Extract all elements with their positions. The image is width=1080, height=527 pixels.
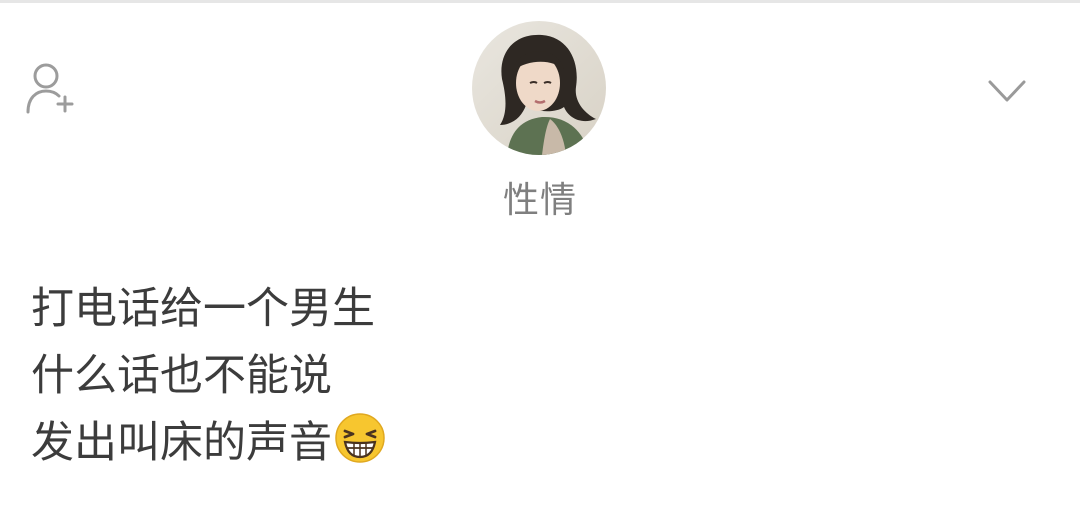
post-text: 打电话给一个男生 什么话也不能说 发出叫床的声音 [31,276,1031,477]
dropdown-button[interactable] [984,72,1030,112]
post-line-3-text: 发出叫床的声音 [31,418,332,468]
post-line-2: 什么话也不能说 [31,351,332,401]
grinning-squint-emoji [334,412,386,464]
post-line-1: 打电话给一个男生 [31,284,375,334]
chevron-down-icon [988,80,1026,102]
top-divider [0,0,1080,3]
add-user-icon [26,63,74,114]
post-line-3: 发出叫床的声音 [31,410,1031,477]
avatar-photo [472,21,606,155]
username[interactable]: 性情 [0,176,1080,226]
add-user-button[interactable] [22,60,76,116]
avatar[interactable] [472,21,606,155]
